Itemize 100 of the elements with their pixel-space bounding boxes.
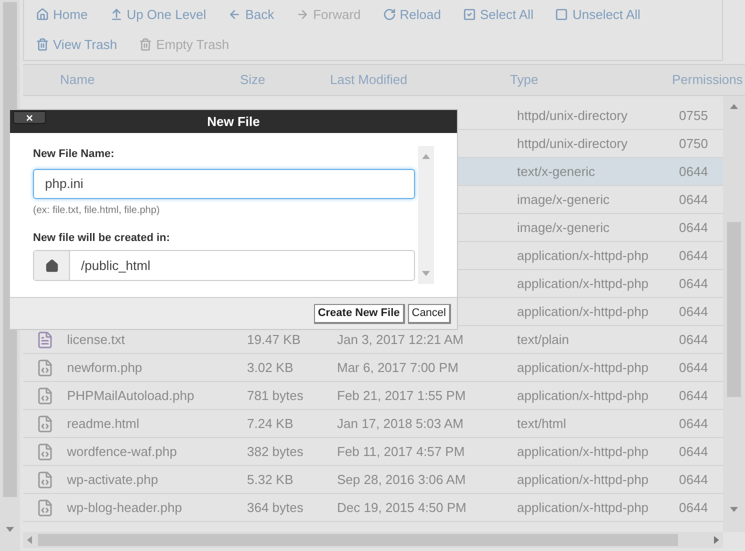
table-cell: 0644 bbox=[679, 332, 708, 347]
table-cell: 3.02 KB bbox=[247, 360, 294, 375]
input-field[interactable]: php.ini bbox=[33, 168, 414, 198]
right-arrow-icon bbox=[296, 8, 310, 22]
input-field[interactable]: /public_html bbox=[33, 250, 414, 281]
table-cell: 382 bytes bbox=[247, 444, 304, 459]
table-cell: 781 bytes bbox=[247, 388, 304, 403]
column-header[interactable]: Size bbox=[240, 70, 330, 90]
table-cell: Feb 21, 2017 1:55 PM bbox=[337, 388, 466, 403]
left-arrow-icon bbox=[228, 8, 242, 22]
table-row[interactable]: PHPMailAutoload.php 781 bytes Feb 21, 2017 1:55 PM application/x-httpd-php 0644 bbox=[23, 382, 723, 410]
table-cell: application/x-httpd-php bbox=[517, 360, 649, 375]
toolbar-button[interactable]: Reload bbox=[382, 5, 441, 24]
table-cell: 0644 bbox=[679, 388, 708, 403]
table-cell: wordfence-waf.php bbox=[67, 444, 177, 459]
table-cell: 5.32 KB bbox=[247, 472, 294, 487]
create-button[interactable]: Create New File bbox=[314, 304, 405, 324]
hint-text: (ex: file.txt, file.html, file.php) bbox=[33, 204, 161, 218]
table-cell: newform.php bbox=[67, 360, 142, 375]
code-file-icon bbox=[36, 414, 54, 432]
right-arrow-icon[interactable] bbox=[714, 536, 719, 544]
field-value: /public_html bbox=[80, 256, 150, 275]
toolbar-button[interactable]: Up One Level bbox=[110, 5, 206, 24]
down-arrow-icon[interactable] bbox=[6, 527, 14, 532]
table-cell: image/x-generic bbox=[517, 192, 610, 207]
table-cell: Jan 17, 2018 5:03 AM bbox=[337, 416, 464, 431]
dialog-title: New File bbox=[207, 112, 260, 131]
table-cell: Jan 3, 2017 12:21 AM bbox=[337, 332, 464, 347]
table-cell: application/x-httpd-php bbox=[517, 304, 649, 319]
table-cell: 0644 bbox=[679, 472, 708, 487]
table-cell: 0755 bbox=[679, 108, 708, 123]
table-cell: readme.html bbox=[67, 416, 140, 431]
down-arrow-icon[interactable] bbox=[422, 271, 430, 276]
close-button[interactable]: × bbox=[13, 111, 46, 124]
up-arrow-icon[interactable] bbox=[422, 154, 430, 159]
table-cell: wp-blog-header.php bbox=[67, 500, 182, 515]
table-cell: application/x-httpd-php bbox=[517, 248, 649, 263]
table-cell: 0644 bbox=[679, 360, 708, 375]
table-cell: text/plain bbox=[517, 332, 570, 347]
table-cell: license.txt bbox=[67, 332, 125, 347]
table-cell: 364 bytes bbox=[247, 500, 304, 515]
up-arrow-icon[interactable] bbox=[730, 104, 738, 109]
down-arrow-icon[interactable] bbox=[730, 507, 738, 512]
code-file-icon bbox=[36, 358, 54, 376]
table-row[interactable]: newform.php 3.02 KB Mar 6, 2017 7:00 PM application/x-httpd-php 0644 bbox=[23, 354, 723, 382]
column-header[interactable]: Type bbox=[510, 70, 672, 90]
reload-icon bbox=[382, 8, 396, 22]
document-icon bbox=[36, 330, 54, 348]
empty-box-icon bbox=[555, 8, 568, 22]
table-row[interactable]: wp-activate.php 5.32 KB Sep 28, 2016 3:06 AM application/x-httpd-php 0644 bbox=[23, 466, 723, 494]
toolbar-button[interactable]: Select All bbox=[462, 5, 534, 24]
table-cell: application/x-httpd-php bbox=[517, 500, 649, 515]
table-cell: 0644 bbox=[679, 220, 708, 235]
table-cell: application/x-httpd-php bbox=[517, 472, 649, 487]
table-cell: application/x-httpd-php bbox=[517, 444, 649, 459]
table-cell: wp-activate.php bbox=[67, 472, 158, 487]
table-cell: Feb 11, 2017 4:57 PM bbox=[337, 444, 465, 459]
scrollbar-thumb[interactable] bbox=[38, 534, 678, 546]
field-label: New File Name: bbox=[33, 147, 116, 162]
table-cell: 0644 bbox=[679, 276, 708, 291]
cancel-button[interactable]: Cancel bbox=[408, 304, 451, 324]
scrollbar[interactable] bbox=[418, 146, 434, 284]
table-cell: application/x-httpd-php bbox=[517, 388, 649, 403]
table-cell: 7.24 KB bbox=[247, 416, 294, 431]
code-file-icon bbox=[36, 498, 54, 516]
table-cell: 0644 bbox=[679, 444, 708, 459]
table-cell: httpd/unix-directory bbox=[517, 108, 628, 123]
table-cell: 0644 bbox=[679, 500, 708, 515]
home-icon bbox=[36, 8, 49, 22]
table-cell: Sep 28, 2016 3:06 AM bbox=[337, 472, 466, 487]
toolbar-button[interactable]: Unselect All bbox=[555, 5, 640, 24]
toolbar-button[interactable]: Back bbox=[228, 5, 274, 24]
scrollbar[interactable] bbox=[723, 96, 745, 532]
field-label: New file will be created in: bbox=[33, 230, 171, 246]
table-row[interactable]: wp-blog-header.php 364 bytes Dec 19, 2015 4:50 PM application/x-httpd-php 0644 bbox=[23, 494, 723, 522]
column-header[interactable]: Permissions bbox=[672, 70, 743, 90]
table-cell: PHPMailAutoload.php bbox=[67, 388, 194, 403]
table-cell: image/x-generic bbox=[517, 220, 610, 235]
scrollbar-thumb[interactable] bbox=[727, 222, 741, 397]
table-cell: 0750 bbox=[679, 136, 708, 151]
code-file-icon bbox=[36, 470, 54, 488]
column-header[interactable]: Name bbox=[60, 70, 240, 90]
table-cell: Dec 19, 2015 4:50 PM bbox=[337, 500, 466, 515]
table-row[interactable]: readme.html 7.24 KB Jan 17, 2018 5:03 AM text/html 0644 bbox=[23, 410, 723, 438]
table-cell: 19.47 KB bbox=[247, 332, 300, 347]
home-icon bbox=[44, 258, 58, 272]
table-cell: 0644 bbox=[679, 192, 708, 207]
table-cell: text/html bbox=[517, 416, 566, 431]
table-cell: httpd/unix-directory bbox=[517, 136, 628, 151]
table-row[interactable]: wordfence-waf.php 382 bytes Feb 11, 2017 4:57 PM application/x-httpd-php 0644 bbox=[23, 438, 723, 466]
table-cell: text/x-generic bbox=[517, 164, 596, 179]
table-cell: Mar 6, 2017 7:00 PM bbox=[337, 360, 458, 375]
toolbar-button[interactable]: View Trash bbox=[36, 34, 118, 54]
trash-icon bbox=[36, 38, 49, 51]
checked-box-icon bbox=[462, 8, 476, 22]
toolbar-button[interactable]: Home bbox=[36, 5, 88, 24]
trash-icon bbox=[139, 38, 152, 51]
column-header[interactable]: Last Modified bbox=[330, 70, 510, 90]
left-arrow-icon[interactable] bbox=[27, 536, 32, 544]
scrollbar[interactable] bbox=[23, 532, 723, 548]
